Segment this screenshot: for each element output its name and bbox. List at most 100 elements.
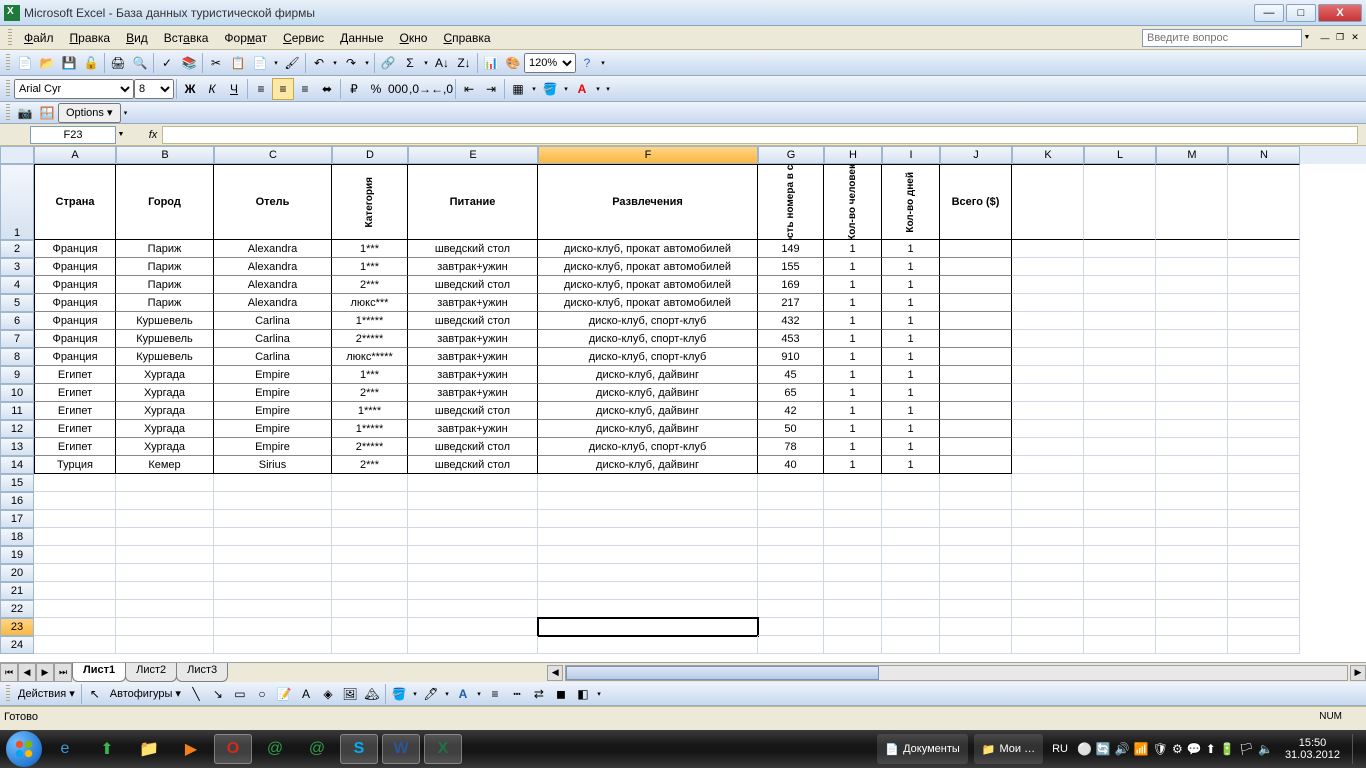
cell-C4[interactable]: Alexandra [214,276,332,294]
select-objects-icon[interactable]: ↖ [84,683,106,705]
row-header-8[interactable]: 8 [0,348,34,366]
decrease-indent-icon[interactable]: ⇤ [458,78,480,100]
cell-B10[interactable]: Хургада [116,384,214,402]
cell-L8[interactable] [1084,348,1156,366]
cell-A24[interactable] [34,636,116,654]
cell-D11[interactable]: 1**** [332,402,408,420]
cell-F18[interactable] [538,528,758,546]
cell-I2[interactable]: 1 [882,240,940,258]
cell-B16[interactable] [116,492,214,510]
undo-dropdown[interactable]: ▾ [330,59,340,67]
cell-M22[interactable] [1156,600,1228,618]
cell-H15[interactable] [824,474,882,492]
cell-B18[interactable] [116,528,214,546]
taskbar-media-icon[interactable]: ▶ [172,734,210,764]
cell-J12[interactable] [940,420,1012,438]
taskbar-documents[interactable]: 📄 Документы [877,734,967,764]
cell-J5[interactable] [940,294,1012,312]
cell-F22[interactable] [538,600,758,618]
row-header-23[interactable]: 23 [0,618,34,636]
toolbar-options-dropdown[interactable]: ▾ [121,109,131,117]
cell-D9[interactable]: 1*** [332,366,408,384]
cell-C6[interactable]: Carlina [214,312,332,330]
tray-icon[interactable]: ⚙ [1172,742,1183,756]
cell-F13[interactable]: диско-клуб, спорт-клуб [538,438,758,456]
cell-E24[interactable] [408,636,538,654]
cell-C8[interactable]: Carlina [214,348,332,366]
cell-J20[interactable] [940,564,1012,582]
cell-J14[interactable] [940,456,1012,474]
cell-E20[interactable] [408,564,538,582]
cell-N22[interactable] [1228,600,1300,618]
toolbar-grip[interactable] [6,104,10,122]
cell-B9[interactable]: Хургада [116,366,214,384]
menu-file[interactable]: Файл [16,29,62,47]
tab-nav-next[interactable]: ▶ [36,663,54,682]
row-header-13[interactable]: 13 [0,438,34,456]
col-header-G[interactable]: G [758,146,824,164]
cell-I16[interactable] [882,492,940,510]
copy-icon[interactable]: 📋 [227,52,249,74]
line-color-icon[interactable]: 🖊 [420,683,442,705]
taskbar-explorer-icon[interactable]: 📁 [130,734,168,764]
fill-color-icon[interactable]: 🪣 [388,683,410,705]
paste-icon[interactable]: 📄 [249,52,271,74]
options-button[interactable]: Options ▾ [58,103,121,123]
sort-asc-icon[interactable]: A↓ [431,52,453,74]
cell-H6[interactable]: 1 [824,312,882,330]
cell-J21[interactable] [940,582,1012,600]
cell-J19[interactable] [940,546,1012,564]
cell-H11[interactable]: 1 [824,402,882,420]
cell-N5[interactable] [1228,294,1300,312]
cell-H8[interactable]: 1 [824,348,882,366]
toolbar-options-dropdown[interactable]: ▾ [598,59,608,67]
cell-B2[interactable]: Париж [116,240,214,258]
header-meals[interactable]: Питание [408,164,538,240]
cell-A12[interactable]: Египет [34,420,116,438]
cell-G11[interactable]: 42 [758,402,824,420]
cell-H19[interactable] [824,546,882,564]
cell-K10[interactable] [1012,384,1084,402]
cell-M10[interactable] [1156,384,1228,402]
cell-F3[interactable]: диско-клуб, прокат автомобилей [538,258,758,276]
cell-A4[interactable]: Франция [34,276,116,294]
cell-K14[interactable] [1012,456,1084,474]
row-header-1[interactable]: 1 [0,164,34,240]
cell-E9[interactable]: завтрак+ужин [408,366,538,384]
tab-nav-last[interactable]: ⏭ [54,663,72,682]
line-style-icon[interactable]: ≡ [484,683,506,705]
cell-H4[interactable]: 1 [824,276,882,294]
header-category[interactable]: Категория [332,164,408,240]
cell-C10[interactable]: Empire [214,384,332,402]
taskbar-word-icon[interactable]: W [382,734,420,764]
row-header-21[interactable]: 21 [0,582,34,600]
cell-C13[interactable]: Empire [214,438,332,456]
cell-L15[interactable] [1084,474,1156,492]
cell-M4[interactable] [1156,276,1228,294]
cell-G20[interactable] [758,564,824,582]
cell-I3[interactable]: 1 [882,258,940,276]
cell-N11[interactable] [1228,402,1300,420]
col-header-C[interactable]: C [214,146,332,164]
cell-C18[interactable] [214,528,332,546]
cell-J17[interactable] [940,510,1012,528]
cell-H3[interactable]: 1 [824,258,882,276]
col-header-F[interactable]: F [538,146,758,164]
cell-B24[interactable] [116,636,214,654]
minimize-button[interactable]: — [1254,4,1284,22]
wordart-icon[interactable]: A [295,683,317,705]
line-icon[interactable]: ╲ [185,683,207,705]
header-total[interactable]: Всего ($) [940,164,1012,240]
cell-K3[interactable] [1012,258,1084,276]
cell-M3[interactable] [1156,258,1228,276]
cell-M12[interactable] [1156,420,1228,438]
cell-L5[interactable] [1084,294,1156,312]
cell-K23[interactable] [1012,618,1084,636]
decrease-decimal-icon[interactable]: ←,0 [431,78,453,100]
fx-label[interactable]: fx [144,129,162,141]
cell-J18[interactable] [940,528,1012,546]
cell-H22[interactable] [824,600,882,618]
cell-E14[interactable]: шведский стол [408,456,538,474]
sheet-tab-1[interactable]: Лист1 [72,663,126,682]
cell-F12[interactable]: диско-клуб, дайвинг [538,420,758,438]
